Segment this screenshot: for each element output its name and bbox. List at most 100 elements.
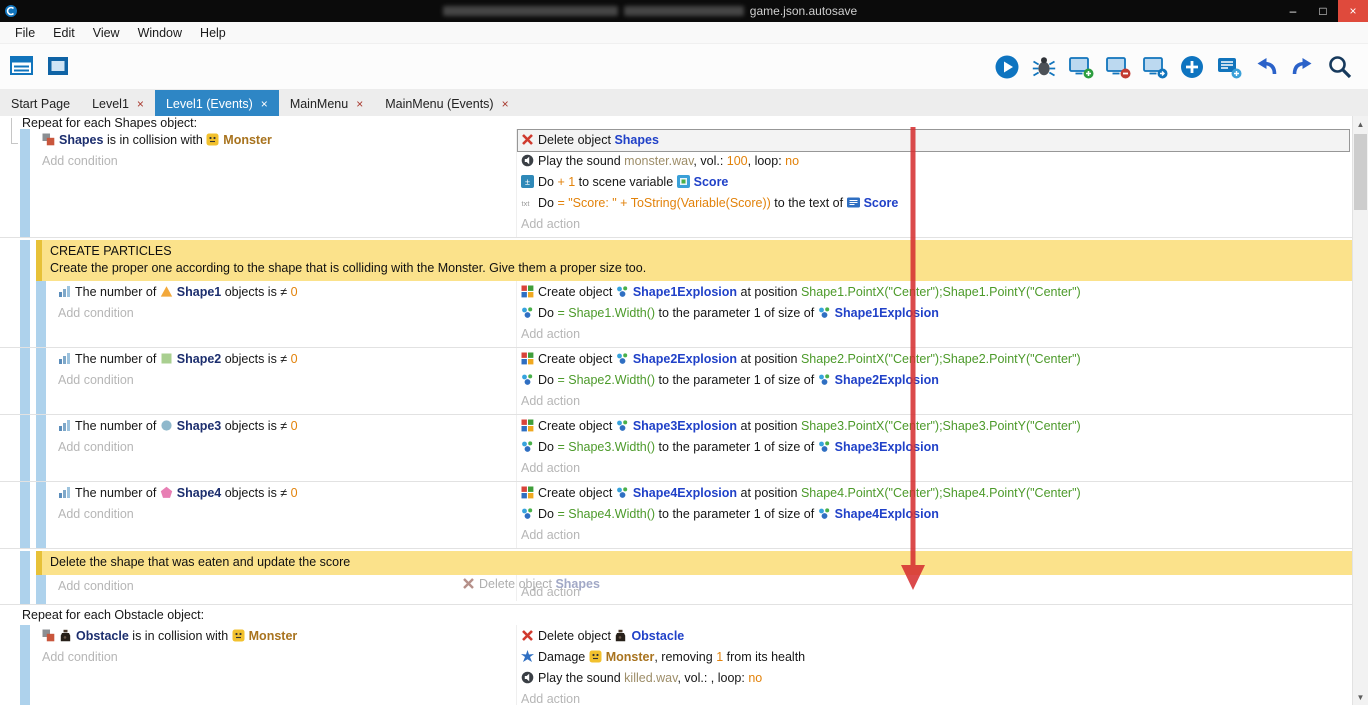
particle-icon: [818, 507, 833, 520]
add-condition-link[interactable]: Add condition: [58, 437, 516, 458]
redo-button[interactable]: [1289, 53, 1317, 81]
tab-level1[interactable]: Level1×: [81, 90, 155, 118]
add-action-link[interactable]: Add action: [521, 458, 1352, 479]
add-condition-link[interactable]: Add condition: [58, 370, 516, 391]
event-block: The number of Shape4 objects is ≠ 0Add c…: [0, 482, 1352, 549]
add-condition-link[interactable]: Add condition: [58, 504, 516, 525]
add-action-link[interactable]: Add action: [521, 525, 1352, 546]
menu-view[interactable]: View: [84, 24, 129, 42]
condition-row[interactable]: The number of Shape1 objects is ≠ 0: [58, 282, 516, 303]
scene-add-button[interactable]: [1067, 53, 1095, 81]
menu-help[interactable]: Help: [191, 24, 235, 42]
condition-row[interactable]: The number of Shape3 objects is ≠ 0: [58, 416, 516, 437]
action-row[interactable]: Damage Monster, removing 1 from its heal…: [521, 647, 1352, 668]
event-header-clipped[interactable]: Repeat for each Shapes object:: [0, 116, 1352, 129]
tab-close-icon[interactable]: ×: [356, 97, 363, 111]
action-row[interactable]: txtDo = "Score: " + ToString(Variable(Sc…: [521, 193, 1352, 214]
scrollbar-thumb[interactable]: [1354, 134, 1367, 210]
action-row[interactable]: Create object Shape4Explosion at positio…: [521, 483, 1352, 504]
external-events-button[interactable]: [1215, 53, 1243, 81]
menu-edit[interactable]: Edit: [44, 24, 84, 42]
tab-start-page[interactable]: Start Page: [0, 90, 81, 118]
event-indent-bar: [20, 348, 30, 414]
preview-play-button[interactable]: [993, 53, 1021, 81]
condition-row[interactable]: The number of Shape2 objects is ≠ 0: [58, 349, 516, 370]
maximize-button[interactable]: □: [1308, 0, 1338, 22]
action-row[interactable]: Create object Shape1Explosion at positio…: [521, 282, 1352, 303]
add-action-link[interactable]: Add action: [521, 324, 1352, 345]
tab-close-icon[interactable]: ×: [502, 97, 509, 111]
variable-icon: ±: [521, 175, 536, 188]
search-button[interactable]: [1326, 53, 1354, 81]
tab-mainmenu-events[interactable]: MainMenu (Events)×: [374, 90, 519, 118]
debug-button[interactable]: [1030, 53, 1058, 81]
action-row[interactable]: Do = Shape1.Width() to the parameter 1 o…: [521, 303, 1352, 324]
tree-guide: [11, 118, 12, 144]
tab-level1-events[interactable]: Level1 (Events)×: [155, 90, 279, 118]
undo-button[interactable]: [1252, 53, 1280, 81]
add-action-link[interactable]: Add action: [521, 689, 1352, 705]
action-row[interactable]: Do = Shape4.Width() to the parameter 1 o…: [521, 504, 1352, 525]
comment-title: CREATE PARTICLES: [50, 243, 1344, 260]
action-row[interactable]: Delete object Shapes: [518, 130, 1349, 151]
event-block: The number of Shape1 objects is ≠ 0Add c…: [0, 281, 1352, 348]
action-row[interactable]: Do = Shape3.Width() to the parameter 1 o…: [521, 437, 1352, 458]
scroll-down-icon[interactable]: ▼: [1353, 689, 1368, 705]
tab-label: MainMenu: [290, 97, 348, 111]
comment-block[interactable]: CREATE PARTICLESCreate the proper one ac…: [36, 240, 1352, 281]
action-row[interactable]: Create object Shape3Explosion at positio…: [521, 416, 1352, 437]
events-rows: Repeat for each Shapes object:Shapes is …: [0, 116, 1352, 705]
action-row[interactable]: Delete object Obstacle: [521, 626, 1352, 647]
minimize-button[interactable]: –: [1278, 0, 1308, 22]
shape4-icon: [160, 486, 175, 499]
conditions-cell: Shapes is in collision with MonsterAdd c…: [36, 129, 517, 237]
sound-icon: [521, 154, 536, 167]
condition-row[interactable]: Obstacle is in collision with Monster: [42, 626, 516, 647]
scroll-up-icon[interactable]: ▲: [1353, 116, 1368, 132]
obstacle-icon: [59, 629, 74, 642]
add-circle-button[interactable]: [1178, 53, 1206, 81]
delete-icon: [521, 629, 536, 642]
add-action-link[interactable]: Add action: [521, 391, 1352, 412]
action-row[interactable]: Play the sound killed.wav, vol.: , loop:…: [521, 668, 1352, 689]
menu-window[interactable]: Window: [129, 24, 191, 42]
action-row[interactable]: Play the sound monster.wav, vol.: 100, l…: [521, 151, 1352, 172]
add-condition-link[interactable]: Add condition: [58, 576, 516, 597]
count-icon: [58, 486, 73, 499]
particle-icon: [818, 306, 833, 319]
particle-icon: [818, 440, 833, 453]
condition-row[interactable]: Shapes is in collision with Monster: [42, 130, 516, 151]
scene-edit-button[interactable]: [1141, 53, 1169, 81]
event-indent-bar: [20, 415, 30, 481]
close-button[interactable]: ×: [1338, 0, 1368, 22]
add-action-link[interactable]: Add action: [521, 214, 1352, 235]
tab-close-icon[interactable]: ×: [137, 97, 144, 111]
count-icon: [58, 352, 73, 365]
comment-block[interactable]: Delete the shape that was eaten and upda…: [36, 551, 1352, 575]
svg-text:txt: txt: [522, 199, 531, 208]
comment-row: CREATE PARTICLESCreate the proper one ac…: [0, 240, 1352, 281]
particle-icon: [616, 486, 631, 499]
deleteghost-icon: [462, 577, 477, 590]
add-condition-link[interactable]: Add condition: [42, 647, 516, 668]
event-indent-bar: [20, 551, 30, 575]
action-row[interactable]: Create object Shape2Explosion at positio…: [521, 349, 1352, 370]
tab-close-icon[interactable]: ×: [261, 97, 268, 111]
add-action-link[interactable]: Add action: [521, 576, 1352, 603]
scene-delete-button[interactable]: [1104, 53, 1132, 81]
create-icon: [521, 419, 536, 432]
repeat-event-header[interactable]: Repeat for each Obstacle object:: [0, 605, 1352, 625]
add-condition-link[interactable]: Add condition: [58, 303, 516, 324]
conditions-cell: Add condition: [52, 575, 517, 601]
tab-mainmenu[interactable]: MainMenu ×: [279, 90, 374, 118]
menu-file[interactable]: File: [6, 24, 44, 42]
project-manager-button[interactable]: [8, 53, 36, 81]
condition-row[interactable]: The number of Shape4 objects is ≠ 0: [58, 483, 516, 504]
add-condition-link[interactable]: Add condition: [42, 151, 516, 172]
action-row[interactable]: Do = Shape2.Width() to the parameter 1 o…: [521, 370, 1352, 391]
action-row[interactable]: ±Do + 1 to scene variable Score: [521, 172, 1352, 193]
vertical-scrollbar[interactable]: ▲ ▼: [1352, 116, 1368, 705]
start-page-button[interactable]: [44, 53, 72, 81]
actions-cell: Create object Shape3Explosion at positio…: [517, 415, 1352, 481]
actions-cell: Delete object ShapesPlay the sound monst…: [517, 129, 1352, 237]
